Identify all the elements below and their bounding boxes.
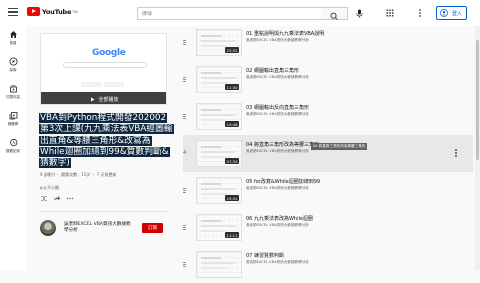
nav-label: 媒體庫	[7, 122, 19, 126]
search-icon	[330, 12, 338, 20]
video-duration: 23:52	[225, 47, 239, 53]
video-thumbnail[interactable]: 10:48	[196, 103, 242, 130]
video-duration: 07:34	[225, 158, 239, 164]
subscribe-label: 訂閱	[148, 226, 157, 231]
video-index: 4	[183, 150, 187, 156]
video-channel[interactable]: 吳老師EXCEL VBA資訊大數據教學分析	[246, 260, 309, 265]
title-tooltip: 04 將直角三角形改為等腰三角形	[311, 143, 368, 150]
video-thumbnail[interactable]: 07:34	[196, 140, 242, 167]
video-channel[interactable]: 吳老師EXCEL VBA資訊大數據教學分析	[246, 75, 309, 80]
drag-handle-icon[interactable]	[183, 188, 186, 193]
drag-handle-icon[interactable]	[183, 40, 186, 45]
video-channel[interactable]: 吳老師EXCEL VBA資訊大數據教學分析	[246, 186, 309, 191]
drag-handle-icon[interactable]	[183, 225, 186, 230]
playlist-video-row[interactable]: 10:48 03 網圖輸出反向直角三角形 吳老師EXCEL VBA資訊大數據教學…	[183, 98, 473, 135]
video-thumbnail[interactable]: 11:11	[196, 214, 242, 241]
thumbnail-brand-text: Google	[92, 48, 126, 58]
microphone-icon[interactable]	[354, 8, 365, 19]
signin-button[interactable]: 登入	[436, 6, 467, 20]
video-channel[interactable]: 吳老師EXCEL VBA資訊大數據教學分析	[246, 112, 309, 117]
video-title[interactable]: 01 重點說明與九九乘法表VBA說明	[246, 30, 324, 37]
apps-grid-icon[interactable]	[384, 7, 396, 19]
playlist-title: VBA到Python程式開發202002第3次上課(九九乘法表VBA經圖輸出直角…	[39, 113, 174, 169]
search-box[interactable]	[137, 7, 322, 20]
search-button[interactable]	[321, 7, 348, 20]
search-input[interactable]	[138, 10, 321, 17]
thumbnail-buttons	[81, 72, 129, 87]
channel-avatar[interactable]	[40, 220, 56, 236]
nav-label: 觀看記錄	[6, 149, 20, 153]
account-circle-icon	[440, 9, 448, 17]
playlist-title-text: VBA到Python程式開發202002第3次上課(九九乘法表VBA經圖輸出直角…	[39, 113, 174, 169]
library-icon	[9, 112, 17, 120]
logo-text: YouTube	[42, 7, 72, 16]
nav-label: 訂閱內容	[6, 95, 20, 99]
nav-item-explore[interactable]: 探索	[0, 57, 26, 73]
playlist-video-row[interactable]: 11:30 02 網圖輸出直角三角形 吳老師EXCEL VBA資訊大數據教學分析	[183, 61, 473, 98]
video-duration: 15:32	[225, 195, 239, 201]
home-icon	[9, 31, 17, 38]
explore-icon	[9, 57, 17, 66]
subscribe-button[interactable]: 訂閱	[142, 223, 163, 233]
nav-item-history[interactable]: 觀看記錄	[0, 138, 26, 154]
video-title[interactable]: 07 練習質數判斷	[246, 252, 284, 259]
nav-item-library[interactable]: 媒體庫	[0, 111, 26, 127]
video-channel[interactable]: 吳老師EXCEL VBA資訊大數據教學分析	[246, 38, 309, 43]
hamburger-menu-icon[interactable]	[8, 8, 18, 16]
more-horizontal-icon[interactable]	[66, 195, 74, 202]
channel-row: 吳老師EXCEL VBA資訊大數據教學分析 訂閱	[40, 220, 170, 236]
play-icon	[91, 97, 95, 101]
nav-label: 探索	[9, 68, 17, 72]
video-duration: 11:11	[225, 232, 239, 238]
video-title[interactable]: 06 九九乘法表改為While迴圈	[246, 215, 313, 222]
playlist-video-row[interactable]: 23:52 01 重點說明與九九乘法表VBA說明 吳老師EXCEL VBA資訊大…	[183, 24, 473, 61]
sidebar-divider	[40, 211, 168, 212]
privacy-label: 不公開	[47, 185, 59, 190]
top-bar: YouTube TW 登入	[0, 0, 480, 26]
youtube-logo[interactable]: YouTube TW	[27, 7, 78, 16]
scrollbar-thumb[interactable]	[476, 40, 479, 160]
video-title[interactable]: 04 將直角三角形改為等腰三角形	[246, 141, 319, 148]
video-menu-icon[interactable]	[455, 149, 457, 158]
share-icon[interactable]	[53, 195, 61, 202]
shuffle-icon[interactable]	[40, 195, 48, 202]
playlist-video-row[interactable]: 11:11 06 九九乘法表改為While迴圈 吳老師EXCEL VBA資訊大數…	[183, 209, 473, 246]
video-channel[interactable]: 吳老師EXCEL VBA資訊大數據教學分析	[246, 149, 309, 154]
video-thumbnail[interactable]: 11:30	[196, 66, 242, 93]
link-icon	[40, 186, 46, 190]
playlist-video-row[interactable]: 4 07:34 04 將直角三角形改為等腰三角形 吳老師EXCEL VBA資訊大…	[183, 135, 473, 172]
playlist-thumbnail[interactable]: Google 全部播放	[40, 33, 167, 105]
video-duration: 10:48	[225, 121, 239, 127]
video-title[interactable]: 02 網圖輸出直角三角形	[246, 67, 299, 74]
play-all-button[interactable]: 全部播放	[41, 92, 166, 104]
playlist-meta: 9 部影片・ 觀看次數：11次 ・ 7 天前更新	[40, 172, 117, 177]
logo-region: TW	[72, 9, 78, 14]
video-thumbnail[interactable]	[196, 251, 242, 278]
nav-item-subscriptions[interactable]: 訂閱內容	[0, 84, 26, 100]
video-channel[interactable]: 吳老師EXCEL VBA資訊大數據教學分析	[246, 223, 309, 228]
video-thumbnail[interactable]: 23:52	[196, 29, 242, 56]
channel-name[interactable]: 吳老師EXCEL VBA資訊大數據教學分析	[64, 222, 134, 234]
nav-label: 首頁	[9, 41, 17, 45]
video-title[interactable]: 05 for改寫&While迴圈加總到99	[246, 178, 320, 185]
history-icon	[9, 138, 17, 147]
left-nav: 首頁 探索 訂閱內容 媒體庫 觀看記錄	[0, 26, 26, 270]
youtube-play-icon	[27, 7, 40, 16]
playlist-video-row[interactable]: 15:32 05 for改寫&While迴圈加總到99 吳老師EXCEL VBA…	[183, 172, 473, 209]
drag-handle-icon[interactable]	[183, 262, 186, 267]
drag-handle-icon[interactable]	[183, 77, 186, 82]
video-duration: 11:30	[225, 84, 239, 90]
more-vertical-icon[interactable]	[414, 7, 426, 19]
drag-handle-icon[interactable]	[183, 114, 186, 119]
signin-label: 登入	[451, 10, 462, 17]
nav-item-home[interactable]: 首頁	[0, 30, 26, 46]
thumbnail-google-logo: Google	[92, 48, 126, 58]
playlist-video-row[interactable]: 07 練習質數判斷 吳老師EXCEL VBA資訊大數據教學分析	[183, 246, 473, 283]
video-title[interactable]: 03 網圖輸出反向直角三角形	[246, 104, 309, 111]
video-thumbnail[interactable]: 15:32	[196, 177, 242, 204]
subscriptions-icon	[9, 85, 17, 93]
thumbnail-search-bar	[63, 62, 147, 68]
play-all-label: 全部播放	[98, 96, 119, 103]
